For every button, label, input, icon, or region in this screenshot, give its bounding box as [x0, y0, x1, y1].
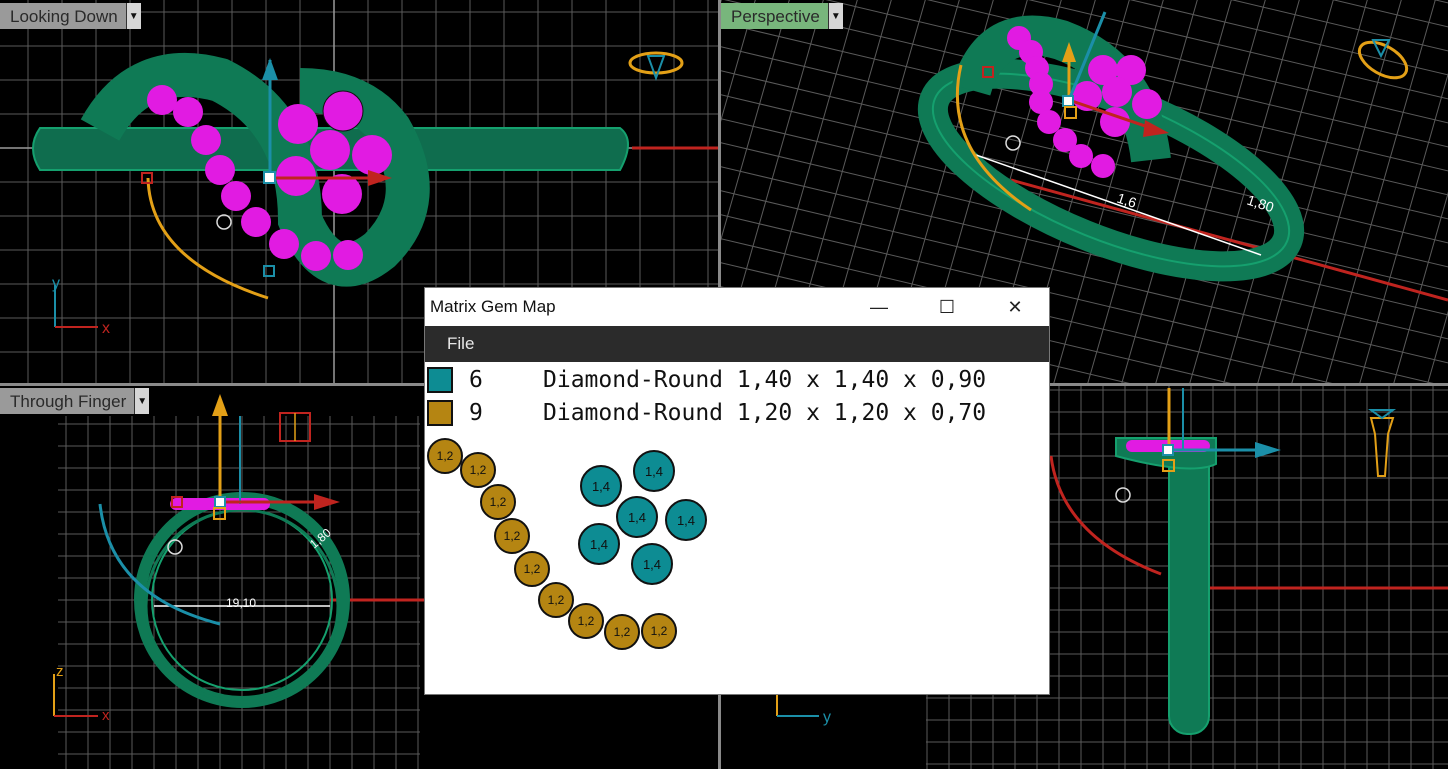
gold-stone-label: 1,2 [437, 449, 454, 463]
grid-line [1291, 0, 1402, 383]
gold-stone-label: 1,2 [651, 624, 668, 638]
gem-map-window: Matrix Gem Map — ☐ ✕ File 6 Diamond-Roun… [425, 288, 1049, 694]
viewport-name: Looking Down [0, 3, 126, 29]
gold-swatch [427, 400, 453, 426]
teal-stone-label: 1,4 [645, 464, 663, 479]
gem-large [276, 156, 316, 196]
gem-small [221, 181, 251, 211]
gem-description: Diamond-Round 1,40 x 1,40 x 0,90 [543, 367, 987, 393]
teal-stone-label: 1,4 [590, 537, 608, 552]
gem [1069, 144, 1093, 168]
window-titlebar[interactable]: Matrix Gem Map — ☐ ✕ [425, 288, 1049, 326]
gumball-center[interactable] [263, 171, 276, 184]
z-axis-label: z [56, 663, 64, 680]
gold-stone-label: 1,2 [548, 593, 565, 607]
gem-small [191, 125, 221, 155]
teal-stone-label: 1,4 [628, 510, 646, 525]
gem-small [173, 97, 203, 127]
x-axis-label: x [102, 707, 110, 724]
teal-stone-label: 1,4 [643, 557, 661, 572]
gold-stone-label: 1,2 [578, 614, 595, 628]
free-rotate-handle[interactable] [216, 214, 232, 230]
free-rotate-handle[interactable] [1005, 135, 1021, 151]
gem-selected [322, 90, 364, 132]
minimize-button[interactable]: — [845, 288, 913, 326]
chevron-down-icon[interactable]: ▼ [134, 388, 150, 414]
gumball-center[interactable] [1162, 444, 1174, 456]
gold-stone-label: 1,2 [490, 495, 507, 509]
gem [1091, 154, 1115, 178]
menu-file[interactable]: File [425, 334, 496, 354]
gem [1132, 89, 1162, 119]
legend-row-gold[interactable]: 9 Diamond-Round 1,20 x 1,20 x 0,70 [425, 397, 986, 429]
gumball-x-arrow[interactable] [314, 494, 340, 510]
gumball-center[interactable] [214, 496, 226, 508]
teal-stone-label: 1,4 [592, 479, 610, 494]
chevron-down-icon[interactable]: ▼ [827, 3, 843, 29]
teal-swatch [427, 367, 453, 393]
gem-small [241, 207, 271, 237]
dimension-label: 19,10 [226, 596, 256, 610]
gem-count: 6 [469, 367, 483, 393]
viewport-name: Through Finger [0, 388, 135, 414]
gumball-center[interactable] [1062, 95, 1074, 107]
viewport-name: Perspective [721, 3, 828, 29]
maximize-button[interactable]: ☐ [913, 288, 981, 326]
gem-large [310, 130, 350, 170]
gem [1037, 110, 1061, 134]
viewport-title-looking-down[interactable]: Looking Down ▼ [0, 3, 141, 29]
gem-small [301, 241, 331, 271]
gumball-z-arrow[interactable] [212, 394, 228, 416]
gumball-y-arrow[interactable] [262, 58, 278, 80]
gem-large [278, 104, 318, 144]
gem-large [352, 135, 392, 175]
gem-map-canvas: 1,2 1,2 1,2 1,2 1,2 1,2 1,2 1,2 1,2 1,4 1,4 1,4 1,4 1… [427, 438, 707, 650]
gold-stone-label: 1,2 [614, 625, 631, 639]
teal-stone-label: 1,4 [677, 513, 695, 528]
gem-small [333, 240, 363, 270]
gold-stone-label: 1,2 [470, 463, 487, 477]
grid-line [721, 118, 1448, 292]
y-axis-label: y [52, 275, 60, 292]
legend-row-teal[interactable]: 6 Diamond-Round 1,40 x 1,40 x 0,90 [425, 364, 986, 396]
gem-orientation-icon [1367, 409, 1397, 420]
ring-shank-side [1168, 445, 1210, 735]
chevron-down-icon[interactable]: ▼ [125, 3, 141, 29]
viewport-title-through-finger[interactable]: Through Finger ▼ [0, 388, 150, 414]
y-axis-label: y [823, 709, 831, 726]
gold-stone-label: 1,2 [504, 529, 521, 543]
gem [1102, 77, 1132, 107]
window-title: Matrix Gem Map [430, 297, 556, 316]
gem-small [205, 155, 235, 185]
gem-map-stones: 1,2 1,2 1,2 1,2 1,2 1,2 1,2 1,2 1,2 1,4 1,4 1,4 1,4 1… [427, 438, 707, 650]
rotate-arc[interactable] [1049, 455, 1162, 576]
gem-orientation-icon [646, 55, 666, 81]
menu-bar: File [425, 326, 1049, 362]
gold-stone-label: 1,2 [524, 562, 541, 576]
scale-handle-z[interactable] [1064, 106, 1077, 119]
viewport-title-perspective[interactable]: Perspective ▼ [721, 3, 843, 29]
close-button[interactable]: ✕ [981, 288, 1049, 326]
gem-small [269, 229, 299, 259]
x-axis-label: x [102, 320, 110, 337]
gem-large [322, 174, 362, 214]
gem-description: Diamond-Round 1,20 x 1,20 x 0,70 [543, 400, 987, 426]
gem-count: 9 [469, 400, 483, 426]
gem-small [147, 85, 177, 115]
ring-orientation-icon [1369, 417, 1395, 477]
